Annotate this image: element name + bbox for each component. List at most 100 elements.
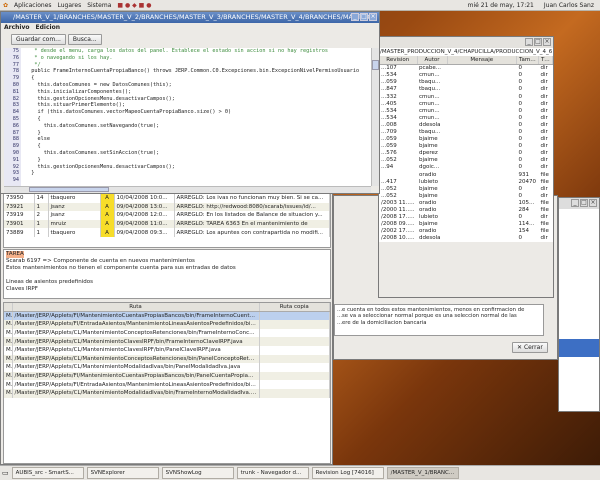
- menu-lugares[interactable]: Lugares: [58, 2, 82, 9]
- close-window-button[interactable]: ×: [369, 13, 377, 21]
- clock[interactable]: mié 21 de may, 17:21: [468, 2, 534, 9]
- close-button[interactable]: ✕ Cerrar: [512, 342, 548, 353]
- repo-row[interactable]: ...052 bjaime 0 dir: [379, 192, 553, 200]
- repo-col-header[interactable]: Autor: [417, 56, 448, 66]
- minimize-button[interactable]: _: [571, 199, 579, 207]
- repo-row[interactable]: ...847 tbaqu... 0 dir: [379, 85, 553, 93]
- user-name[interactable]: Juan Carlos Sanz: [544, 2, 594, 9]
- taskbar-item[interactable]: trunk - Navegador d...: [236, 467, 309, 479]
- repo-cell: dir: [538, 156, 553, 164]
- selected-row[interactable]: [559, 339, 599, 357]
- close-window-button[interactable]: ×: [543, 38, 551, 46]
- repo-row[interactable]: /2008 10... 75944ddesola 0dir: [379, 234, 553, 242]
- horizontal-scrollbar[interactable]: [4, 186, 371, 193]
- background-window: _ □ ×: [558, 197, 600, 412]
- maximize-button[interactable]: □: [360, 13, 368, 21]
- log-row[interactable]: 73901 1 mruiz A 09/04/2008 11:0... ARREGLO: T…: [4, 219, 330, 229]
- log-message[interactable]: TAREA Scarab 6197 => Componente de cuent…: [3, 249, 331, 299]
- top-panel: ✿ Aplicaciones Lugares Sistema ■ ● ◆ ■ ●…: [0, 0, 600, 11]
- repo-row[interactable]: ...052 bjaime 0 dir: [379, 156, 553, 164]
- line-number: 78: [12, 68, 19, 75]
- repo-cell: dir: [538, 163, 553, 171]
- vertical-scrollbar[interactable]: [371, 48, 379, 186]
- path-row[interactable]: M/Master/JERP/Applets/CL/MantenimientoCo…: [4, 328, 330, 338]
- taskbar-item[interactable]: SVNShowLog: [161, 467, 234, 479]
- close-window-button[interactable]: ×: [589, 199, 597, 207]
- repo-col-header[interactable]: Tamaño: [516, 56, 539, 66]
- taskbar-item[interactable]: AUBIS_src - SmartS...: [11, 467, 84, 479]
- repo-col-header[interactable]: Tipo: [538, 56, 553, 66]
- code-area[interactable]: 75 76 77 78 79 80 81 82 83 84 85 86 87 88 89 90 91 92 93 94…: [4, 48, 371, 186]
- repo-cell: tbaqu...: [417, 128, 447, 136]
- repo-row[interactable]: /2002 17... 2656oradio 154file: [379, 227, 553, 235]
- menu-archivo[interactable]: Archivo: [4, 24, 30, 31]
- repo-row[interactable]: ...534 cmun... 0 dir: [379, 114, 553, 122]
- col-ruta-copia[interactable]: Ruta copia: [259, 303, 330, 313]
- maximize-button[interactable]: □: [534, 38, 542, 46]
- repo-row[interactable]: ...94 dgoic... 0 dir: [379, 163, 553, 171]
- path-row[interactable]: M/Master/JERP/Applets/FI/MantenimientoCu…: [4, 311, 330, 321]
- repo-row[interactable]: /2000 11... 1 oradio 284 file: [379, 206, 553, 214]
- repo-row[interactable]: ...059 tbaqu... 0 dir: [379, 78, 553, 86]
- show-desktop-icon[interactable]: ▭: [2, 469, 9, 477]
- repo-row[interactable]: ...052 bjaime 0 dir: [379, 185, 553, 193]
- code-line: if (this.datosComunes.vectorMapeoCuentaP…: [25, 109, 232, 116]
- path-row[interactable]: M/Master/JERP/Applets/FI/EntradaAsientos…: [4, 380, 330, 389]
- line-number: 86: [12, 122, 19, 129]
- maximize-button[interactable]: □: [580, 199, 588, 207]
- taskbar-item[interactable]: SVNExplorer: [86, 467, 159, 479]
- repo-row[interactable]: ...059 bjaime 0 dir: [379, 142, 553, 150]
- repo-row[interactable]: /2003 11... 9905oradio 105468file: [379, 199, 553, 207]
- repo-row[interactable]: ...107 pcabe... 0 dir: [379, 64, 553, 72]
- repo-col-header[interactable]: Revision: [379, 56, 418, 66]
- log-row[interactable]: 73950 14 tbaquero A 10/04/2008 10:0... ARREGL…: [4, 194, 330, 203]
- path-row[interactable]: M/Master/JERP/Applets/FI/MantenimientoCu…: [4, 371, 330, 381]
- minimize-button[interactable]: _: [351, 13, 359, 21]
- save-as-button[interactable]: Guardar com...: [11, 34, 66, 45]
- taskbar-item[interactable]: Revision Log [74016]: [311, 467, 384, 479]
- repo-row[interactable]: oradio 931 file: [379, 171, 553, 179]
- repo-cell: [447, 220, 517, 228]
- repo-row[interactable]: /2008 17... 75362lubieto 0dir: [379, 213, 553, 221]
- repo-row[interactable]: ...576 dperez 0 dir: [379, 149, 553, 157]
- repo-cell: 20470: [516, 178, 539, 186]
- menu-aplicaciones[interactable]: Aplicaciones: [14, 2, 51, 9]
- repo-row[interactable]: ...534 cmun... 0 dir: [379, 107, 553, 115]
- col-ruta[interactable]: Ruta: [12, 303, 260, 313]
- menu-sistema[interactable]: Sistema: [87, 2, 111, 9]
- repo-cell: [447, 114, 517, 122]
- path-row[interactable]: M/Master/JERP/Applets/CL/MantenimientoCl…: [4, 337, 330, 346]
- repo-row[interactable]: ...059 bjaime 0 dir: [379, 135, 553, 143]
- launcher-icons[interactable]: ■ ● ◆ ■ ●: [117, 2, 151, 9]
- path-row[interactable]: M/Master/JERP/Applets/FI/EntradaAsientos…: [4, 320, 330, 329]
- menu-edicion[interactable]: Edicion: [36, 24, 60, 31]
- repo-row[interactable]: ...405 cmun... 0 dir: [379, 100, 553, 108]
- taskbar-item[interactable]: /MASTER_V_1/BRANC...: [386, 467, 459, 479]
- repo-row[interactable]: ...332 cmun... 0 dir: [379, 92, 553, 101]
- repo-row[interactable]: ...417 lubieto 20470 file: [379, 178, 553, 186]
- path-row[interactable]: M/Master/JERP/Applets/CL/MantenimientoCo…: [4, 354, 330, 364]
- log-cell: jsanz: [48, 202, 101, 212]
- repo-row[interactable]: ...008 ddesola 0 dir: [379, 121, 553, 129]
- log-row[interactable]: 73921 1 jsanz A 09/04/2008 13:0... ARREGLO: h…: [4, 202, 330, 212]
- editor-title-bar[interactable]: /MASTER_V_1/BRANCHES/MASTER_V_2/BRANCHES…: [1, 12, 379, 23]
- repo-cell: lubieto: [417, 178, 447, 186]
- path-row[interactable]: M/Master/JERP/Applets/CL/MantenimientoMo…: [4, 388, 330, 398]
- minimize-button[interactable]: _: [525, 38, 533, 46]
- search-button[interactable]: Busca...: [67, 34, 102, 45]
- repo-row[interactable]: /2008 09... 76052bjaime 114760file: [379, 220, 553, 228]
- repo-col-header[interactable]: Mensaje: [447, 56, 517, 66]
- path-row[interactable]: M/Master/JERP/Applets/CL/MantenimientoMo…: [4, 363, 330, 372]
- repo-cell: 0: [516, 213, 539, 221]
- close-icon: ✕: [517, 344, 524, 351]
- line-number: 82: [12, 95, 19, 102]
- log-row[interactable]: 73889 1 tbaquero A 09/04/2008 09:3... ARREGLO…: [4, 228, 330, 237]
- log-row[interactable]: 73919 2 jsanz A 09/04/2008 12:0... ARREGLO: E…: [4, 211, 330, 220]
- repo-cell: [447, 185, 517, 193]
- code-line: this.gestionOpcionesMenu.desactivarCampo…: [25, 163, 175, 170]
- path-cell: M: [4, 388, 13, 398]
- path-row[interactable]: M/Master/JERP/Applets/CL/MantenimientoCl…: [4, 345, 330, 355]
- path-copy-cell: [259, 363, 330, 372]
- repo-row[interactable]: ...709 tbaqu... 0 dir: [379, 128, 553, 136]
- repo-row[interactable]: ...534 cmun... 0 dir: [379, 71, 553, 79]
